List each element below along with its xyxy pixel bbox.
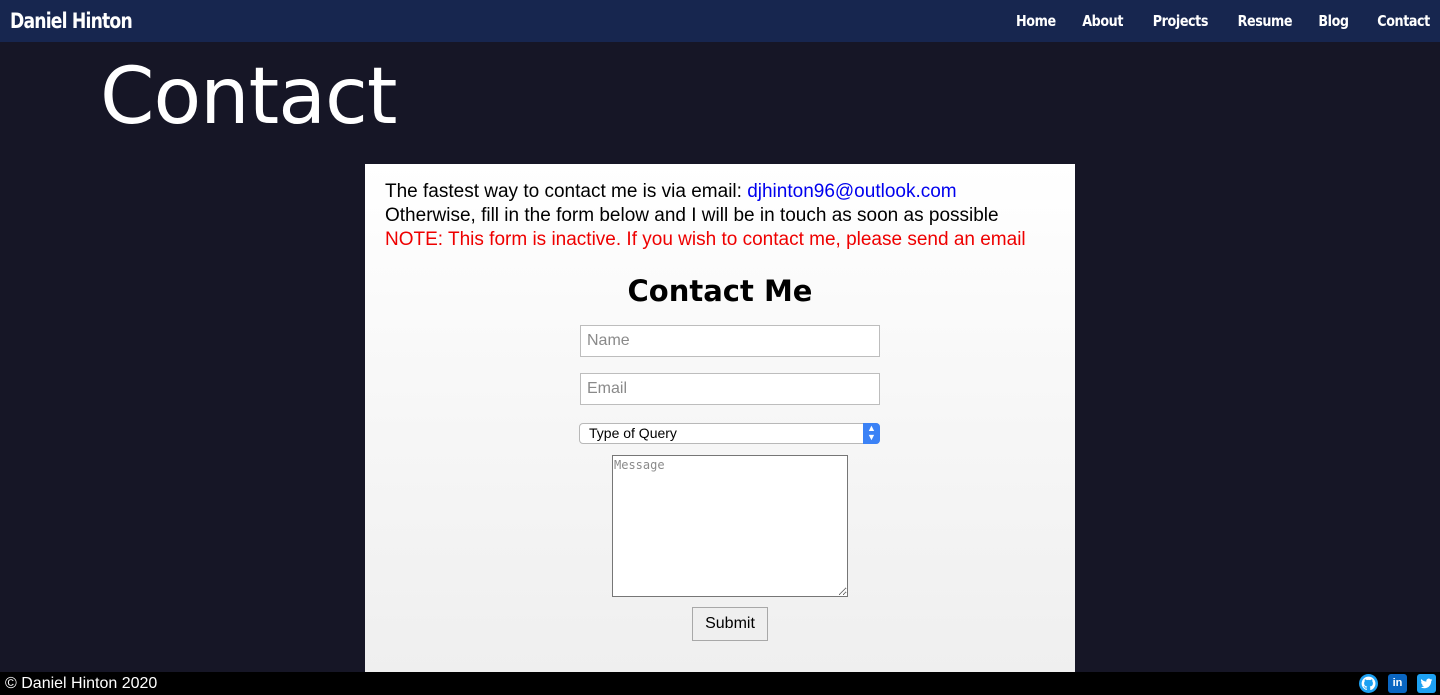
copyright-text: © Daniel Hinton 2020 [5,675,158,692]
submit-button[interactable]: Submit [692,607,768,641]
query-type-value: Type of Query [589,425,677,441]
nav-link-contact[interactable]: Contact [1377,12,1430,30]
footer: © Daniel Hinton 2020 in [0,672,1440,695]
nav-link-resume[interactable]: Resume [1238,12,1293,30]
page-title: Contact [100,52,397,142]
twitter-icon[interactable] [1417,674,1436,693]
nav-link-about[interactable]: About [1083,12,1124,30]
intro-line-2: Otherwise, fill in the form below and I … [385,205,999,226]
nav-link-home[interactable]: Home [1016,12,1056,30]
brand-logo[interactable]: Daniel Hinton [10,9,133,33]
chevron-up-down-icon: ▲ ▼ [863,423,880,444]
social-links: in [1359,674,1436,693]
intro-email-prefix: The fastest way to contact me is via ema… [385,181,748,202]
form-title: Contact Me [627,274,813,308]
message-textarea[interactable] [612,455,848,597]
query-type-select[interactable]: Type of Query ▲ ▼ [579,423,880,444]
twitter-icon-graphic [1420,678,1433,689]
github-icon-graphic [1359,674,1378,693]
intro-text: The fastest way to contact me is via ema… [385,180,1055,252]
name-input[interactable] [580,325,880,357]
contact-card: The fastest way to contact me is via ema… [365,164,1075,672]
email-input[interactable] [580,373,880,405]
intro-line-1: The fastest way to contact me is via ema… [385,180,1055,204]
top-navbar: Daniel Hinton Home About Projects Resume… [0,0,1440,42]
email-link[interactable]: djhinton96@outlook.com [747,181,956,202]
linkedin-icon[interactable]: in [1388,674,1407,693]
inactive-form-note: NOTE: This form is inactive. If you wish… [385,229,1026,250]
nav-link-projects[interactable]: Projects [1153,12,1209,30]
github-icon[interactable] [1359,674,1378,693]
nav-link-blog[interactable]: Blog [1318,12,1349,30]
nav-menu: Home About Projects Resume Blog Contact [989,12,1431,30]
